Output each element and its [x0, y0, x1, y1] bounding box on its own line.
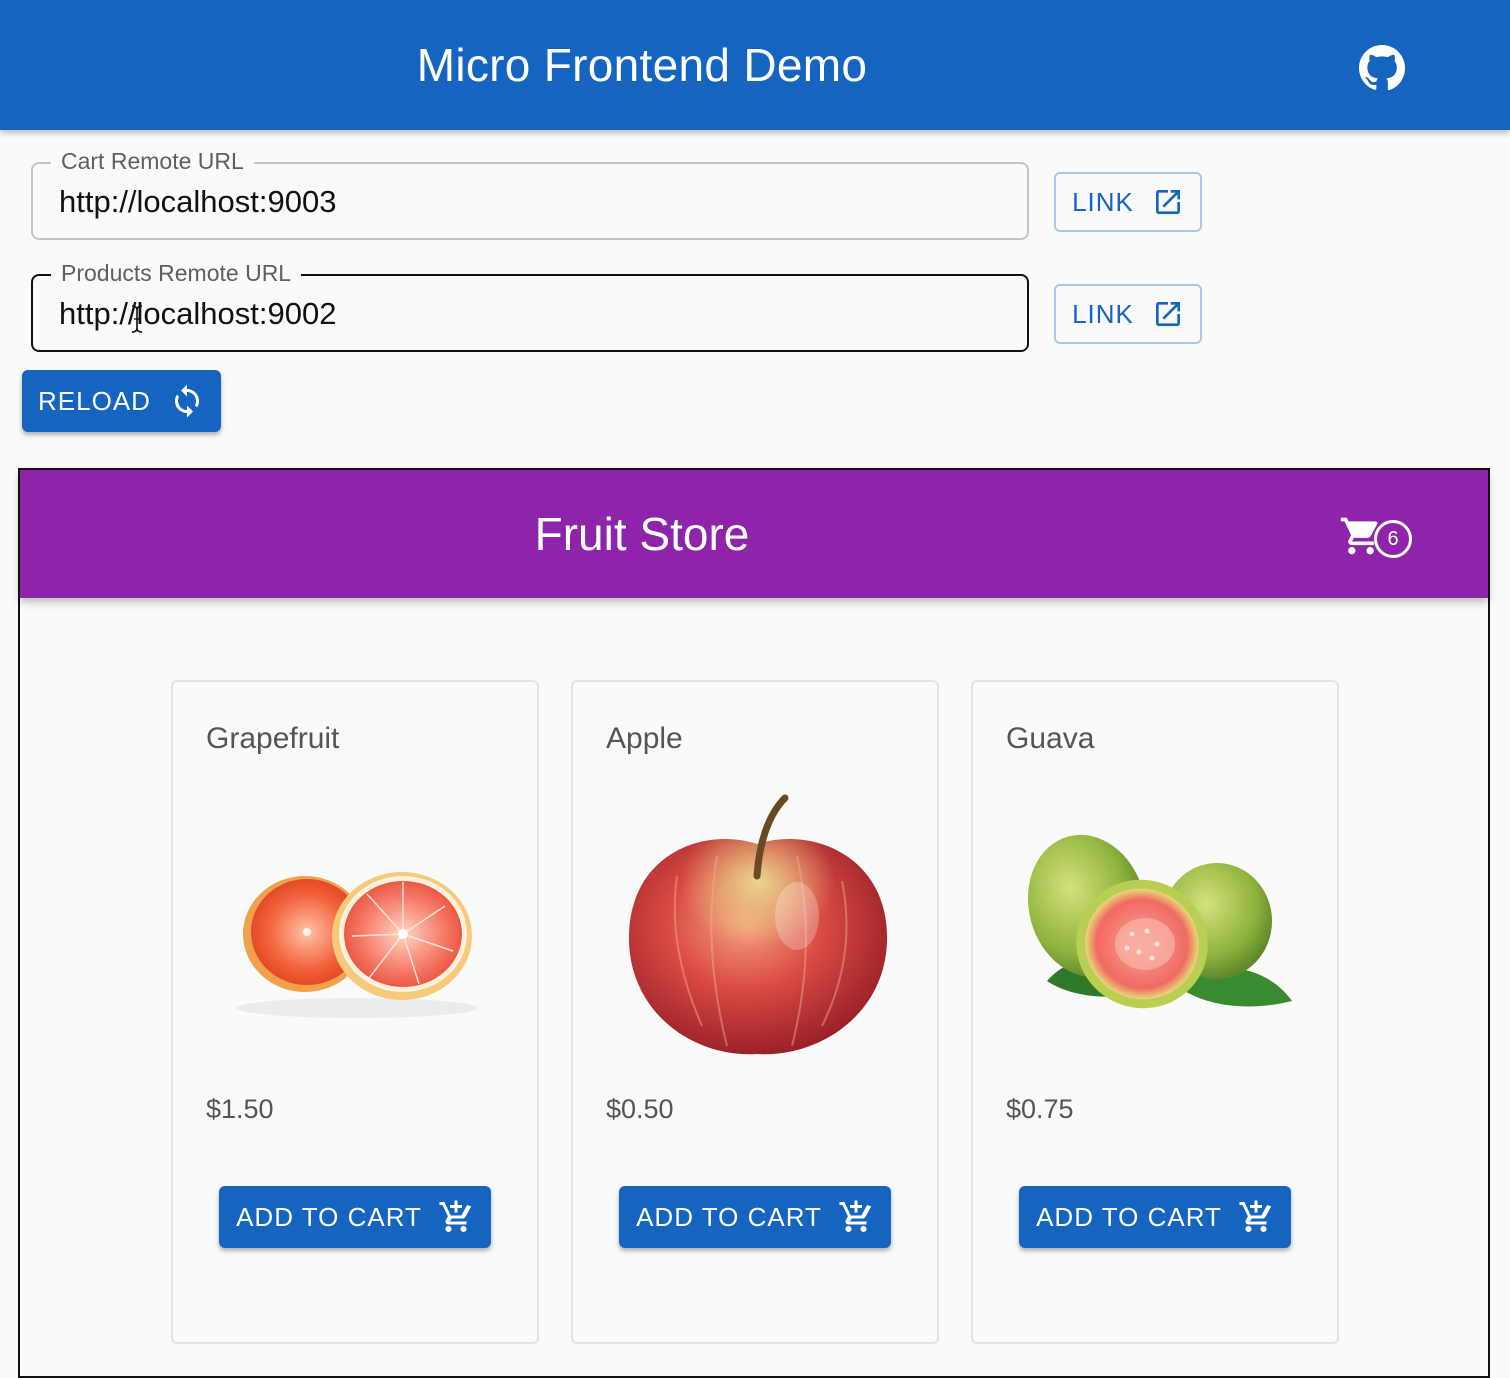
product-name: Grapefruit — [206, 722, 340, 755]
add-shopping-cart-icon — [839, 1200, 872, 1232]
product-price: $0.50 — [606, 1094, 674, 1124]
add-to-cart-label: ADD TO CART — [636, 1201, 822, 1232]
github-icon[interactable] — [1358, 44, 1406, 92]
cart-count-badge: 6 — [1374, 520, 1412, 558]
add-to-cart-button[interactable]: ADD TO CART — [619, 1186, 891, 1248]
text-cursor-icon — [131, 305, 143, 333]
grapefruit-image — [237, 872, 477, 1018]
app-title: Micro Frontend Demo — [416, 39, 868, 91]
product-price: $1.50 — [206, 1094, 274, 1124]
product-card-apple: Apple $0.50 ADD TO CART — [571, 680, 939, 1344]
product-price: $0.75 — [1006, 1094, 1074, 1124]
store-app-bar: Fruit Store 6 — [20, 470, 1488, 598]
products-remote-url-field[interactable]: Products Remote URL http://localhost:900… — [31, 260, 1029, 352]
open-in-new-icon — [1155, 190, 1180, 214]
fruit-store-container: Fruit Store 6 Grapefruit $1.50 ADD TO CA… — [18, 468, 1490, 1378]
add-to-cart-label: ADD TO CART — [236, 1201, 422, 1232]
cart-link-button[interactable]: LINK — [1054, 172, 1202, 232]
open-in-new-icon — [1155, 302, 1180, 326]
add-shopping-cart-icon — [439, 1200, 472, 1232]
product-card-grapefruit: Grapefruit $1.50 ADD TO CART — [171, 680, 539, 1344]
store-title: Fruit Store — [534, 508, 750, 560]
product-name: Apple — [606, 722, 683, 755]
products-link-button[interactable]: LINK — [1054, 284, 1202, 344]
sync-icon — [174, 384, 199, 418]
add-shopping-cart-icon — [1239, 1200, 1272, 1232]
cart-remote-url-input[interactable]: http://localhost:9003 — [59, 164, 336, 240]
apple-image — [628, 794, 888, 1055]
products-remote-url-input[interactable]: http://localhost:9002 — [59, 276, 336, 352]
guava-image — [1027, 834, 1292, 1009]
reload-button[interactable]: RELOAD — [22, 370, 221, 432]
add-to-cart-label: ADD TO CART — [1036, 1201, 1222, 1232]
add-to-cart-button[interactable]: ADD TO CART — [1019, 1186, 1291, 1248]
product-name: Guava — [1006, 722, 1095, 755]
products-link-label: LINK — [1072, 298, 1134, 329]
product-card-guava: Guava $0.75 ADD TO CART — [971, 680, 1339, 1344]
add-to-cart-button[interactable]: ADD TO CART — [219, 1186, 491, 1248]
cart-link-label: LINK — [1072, 186, 1134, 217]
cart-remote-url-field[interactable]: Cart Remote URL http://localhost:9003 — [31, 148, 1029, 240]
app-bar: Micro Frontend Demo — [0, 0, 1510, 130]
reload-label: RELOAD — [38, 385, 151, 416]
